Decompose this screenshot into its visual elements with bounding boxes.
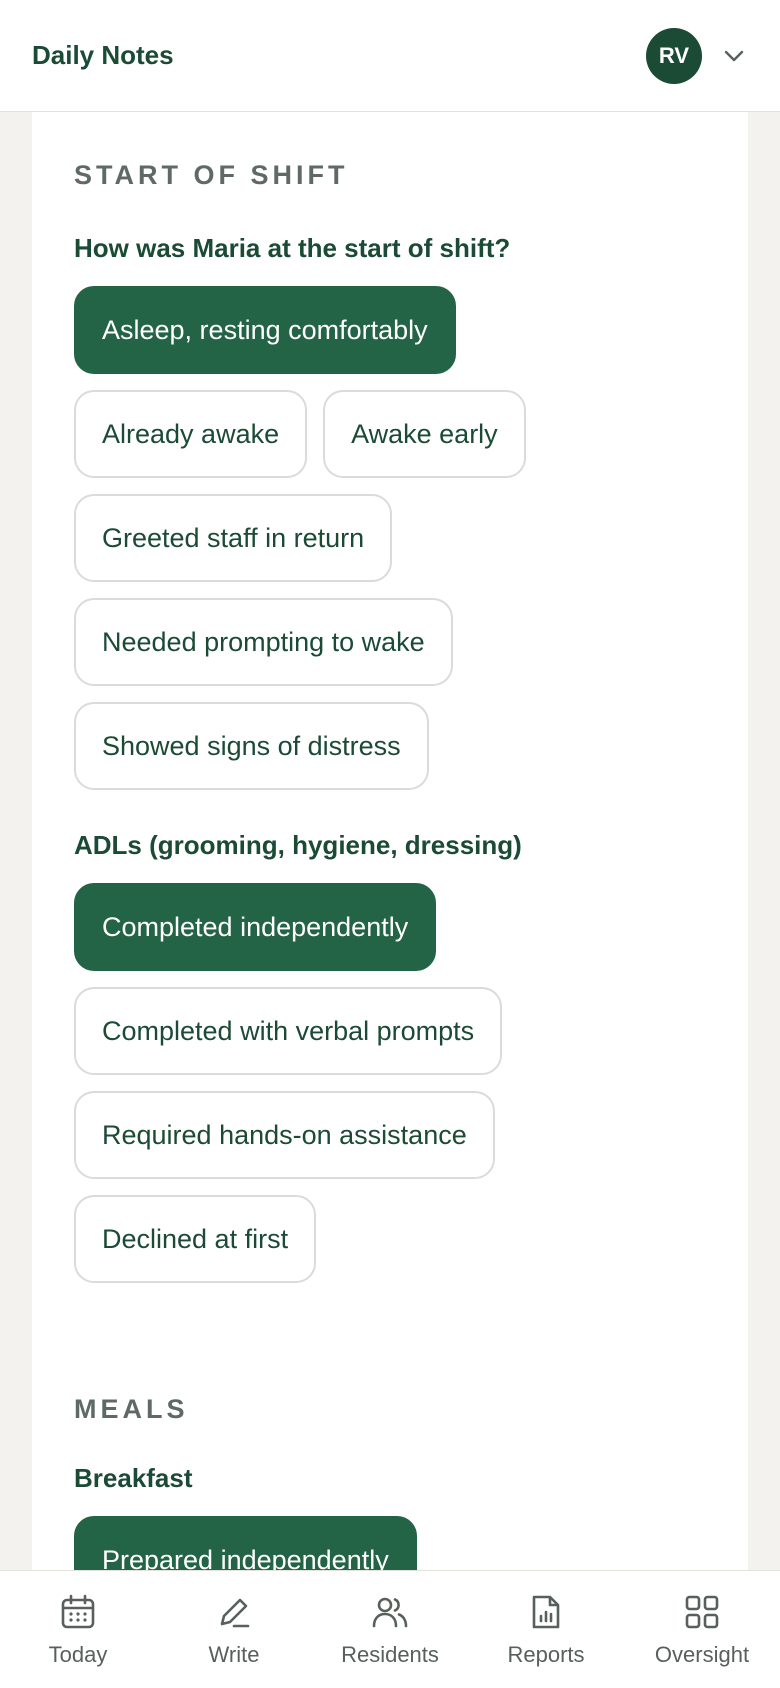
- option-signs-of-distress[interactable]: Showed signs of distress: [74, 702, 429, 790]
- option-verbal-prompts[interactable]: Completed with verbal prompts: [74, 987, 503, 1075]
- meals-card: MEALS Breakfast Prepared independently: [32, 1338, 748, 1570]
- option-hands-on-assistance[interactable]: Required hands-on assistance: [74, 1091, 495, 1179]
- option-asleep[interactable]: Asleep, resting comfortably: [74, 286, 456, 374]
- nav-item-today[interactable]: Today: [3, 1592, 153, 1668]
- question-breakfast: Breakfast: [74, 1463, 193, 1493]
- option-awake-early[interactable]: Awake early: [323, 390, 526, 478]
- question-start-of-shift: How was Maria at the start of shift?: [74, 233, 511, 263]
- bottom-nav: Today Write Residents Reports Oversight: [0, 1570, 780, 1688]
- nav-label-write: Write: [208, 1641, 260, 1667]
- option-declined-at-first[interactable]: Declined at first: [74, 1195, 317, 1283]
- section-title-start-of-shift: START OF SHIFT: [74, 160, 349, 190]
- chevron-down-icon[interactable]: [720, 42, 748, 70]
- option-prepared-independently[interactable]: Prepared independently: [74, 1516, 417, 1570]
- app-header: Daily Notes RV: [0, 0, 780, 112]
- nav-label-today: Today: [48, 1641, 108, 1667]
- avatar[interactable]: RV: [646, 27, 702, 84]
- grid-icon: [685, 1595, 719, 1628]
- option-completed-independently[interactable]: Completed independently: [74, 883, 437, 971]
- nav-item-residents[interactable]: Residents: [315, 1592, 465, 1668]
- nav-item-oversight[interactable]: Oversight: [627, 1592, 777, 1668]
- content-scroll-area[interactable]: START OF SHIFT How was Maria at the star…: [0, 112, 780, 1570]
- page-title: Daily Notes: [32, 40, 174, 70]
- pencil-icon: [220, 1598, 250, 1627]
- nav-item-reports[interactable]: Reports: [471, 1592, 621, 1668]
- options-start-of-shift: Asleep, resting comfortably Already awak…: [74, 286, 706, 790]
- users-icon: [372, 1597, 408, 1627]
- nav-label-oversight: Oversight: [654, 1641, 750, 1667]
- user-menu[interactable]: RV: [646, 27, 748, 84]
- option-already-awake[interactable]: Already awake: [74, 390, 308, 478]
- start-of-shift-card: START OF SHIFT How was Maria at the star…: [32, 112, 748, 1408]
- report-icon: [532, 1595, 560, 1628]
- option-greeted-staff[interactable]: Greeted staff in return: [74, 494, 393, 582]
- nav-label-residents: Residents: [341, 1641, 439, 1667]
- question-adls: ADLs (grooming, hygiene, dressing): [74, 830, 522, 860]
- options-adls: Completed independently Completed with v…: [74, 883, 706, 1283]
- section-title-meals: MEALS: [74, 1394, 189, 1424]
- nav-item-write[interactable]: Write: [159, 1592, 309, 1668]
- options-breakfast: Prepared independently: [74, 1516, 706, 1570]
- nav-label-reports: Reports: [507, 1641, 585, 1667]
- calendar-icon: [61, 1594, 95, 1628]
- option-needed-prompting[interactable]: Needed prompting to wake: [74, 598, 453, 686]
